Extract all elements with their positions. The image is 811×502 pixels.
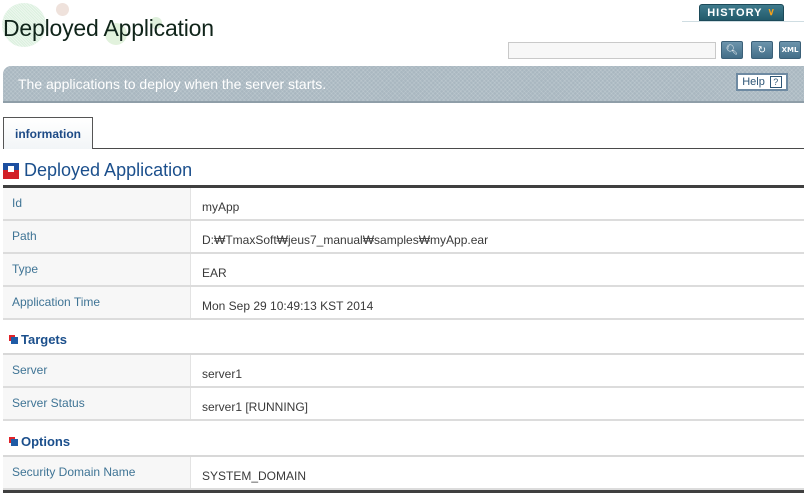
row-label: Path <box>3 221 191 252</box>
section-title-deployed-application: Deployed Application <box>3 160 192 181</box>
tab-label: information <box>15 126 81 141</box>
row-value: myApp <box>202 200 240 214</box>
options-table: Security Domain Name SYSTEM_DOMAIN <box>3 455 804 493</box>
subsection-icon <box>9 334 19 345</box>
table-row: Server Status server1 [RUNNING] <box>3 388 804 421</box>
deployed-application-table: Id myApp Path D:₩TmaxSoft₩jeus7_manual₩s… <box>3 185 804 320</box>
row-label: Server Status <box>3 388 191 419</box>
search-button[interactable]: 🔍︎ <box>721 41 743 59</box>
row-value: D:₩TmaxSoft₩jeus7_manual₩samples₩myApp.e… <box>202 233 489 247</box>
refresh-button[interactable]: ↻ <box>751 41 773 59</box>
table-row: Security Domain Name SYSTEM_DOMAIN <box>3 457 804 490</box>
tab-divider <box>3 148 804 149</box>
description-banner: The applications to deploy when the serv… <box>3 66 804 103</box>
subsection-icon <box>9 436 19 447</box>
xml-export-icon: XML <box>781 46 799 54</box>
history-label: HISTORY <box>707 6 763 19</box>
row-label: Id <box>3 188 191 219</box>
table-row: Application Time Mon Sep 29 10:49:13 KST… <box>3 287 804 320</box>
targets-table: Server server1 Server Status server1 [RU… <box>3 353 804 421</box>
section-title-options: Options <box>9 434 70 449</box>
table-row: Id myApp <box>3 188 804 221</box>
row-value: SYSTEM_DOMAIN <box>202 469 307 483</box>
row-label: Application Time <box>3 287 191 318</box>
history-button[interactable]: HISTORY ∨ <box>699 4 784 21</box>
section-title-text: Deployed Application <box>24 160 193 180</box>
row-value: server1 [RUNNING] <box>202 400 309 414</box>
page-title: Deployed Application <box>3 15 214 41</box>
section-icon <box>3 162 19 179</box>
question-icon: ? <box>769 76 782 88</box>
refresh-icon: ↻ <box>757 44 767 56</box>
page-header: Deployed Application HISTORY ∨ 🔍︎ ↻ XML <box>0 0 811 64</box>
row-label: Server <box>3 355 191 386</box>
section-title-targets: Targets <box>9 332 67 347</box>
magnifier-icon: 🔍︎ <box>725 44 739 56</box>
row-label: Security Domain Name <box>3 457 191 488</box>
export-xml-button[interactable]: XML <box>779 41 801 59</box>
row-label: Type <box>3 254 191 285</box>
page-description: The applications to deploy when the serv… <box>18 76 327 92</box>
row-value: EAR <box>202 266 227 280</box>
search-input[interactable] <box>508 42 716 59</box>
help-button[interactable]: Help ? <box>736 73 788 91</box>
tab-information[interactable]: information <box>3 117 93 149</box>
table-row: Type EAR <box>3 254 804 287</box>
subsection-title-text: Options <box>21 434 71 449</box>
table-row: Path D:₩TmaxSoft₩jeus7_manual₩samples₩my… <box>3 221 804 254</box>
help-label: Help <box>742 76 765 88</box>
subsection-title-text: Targets <box>21 332 67 347</box>
row-value: server1 <box>202 367 243 381</box>
table-row: Server server1 <box>3 355 804 388</box>
chevron-down-icon: ∨ <box>767 7 776 18</box>
row-value: Mon Sep 29 10:49:13 KST 2014 <box>202 299 374 313</box>
